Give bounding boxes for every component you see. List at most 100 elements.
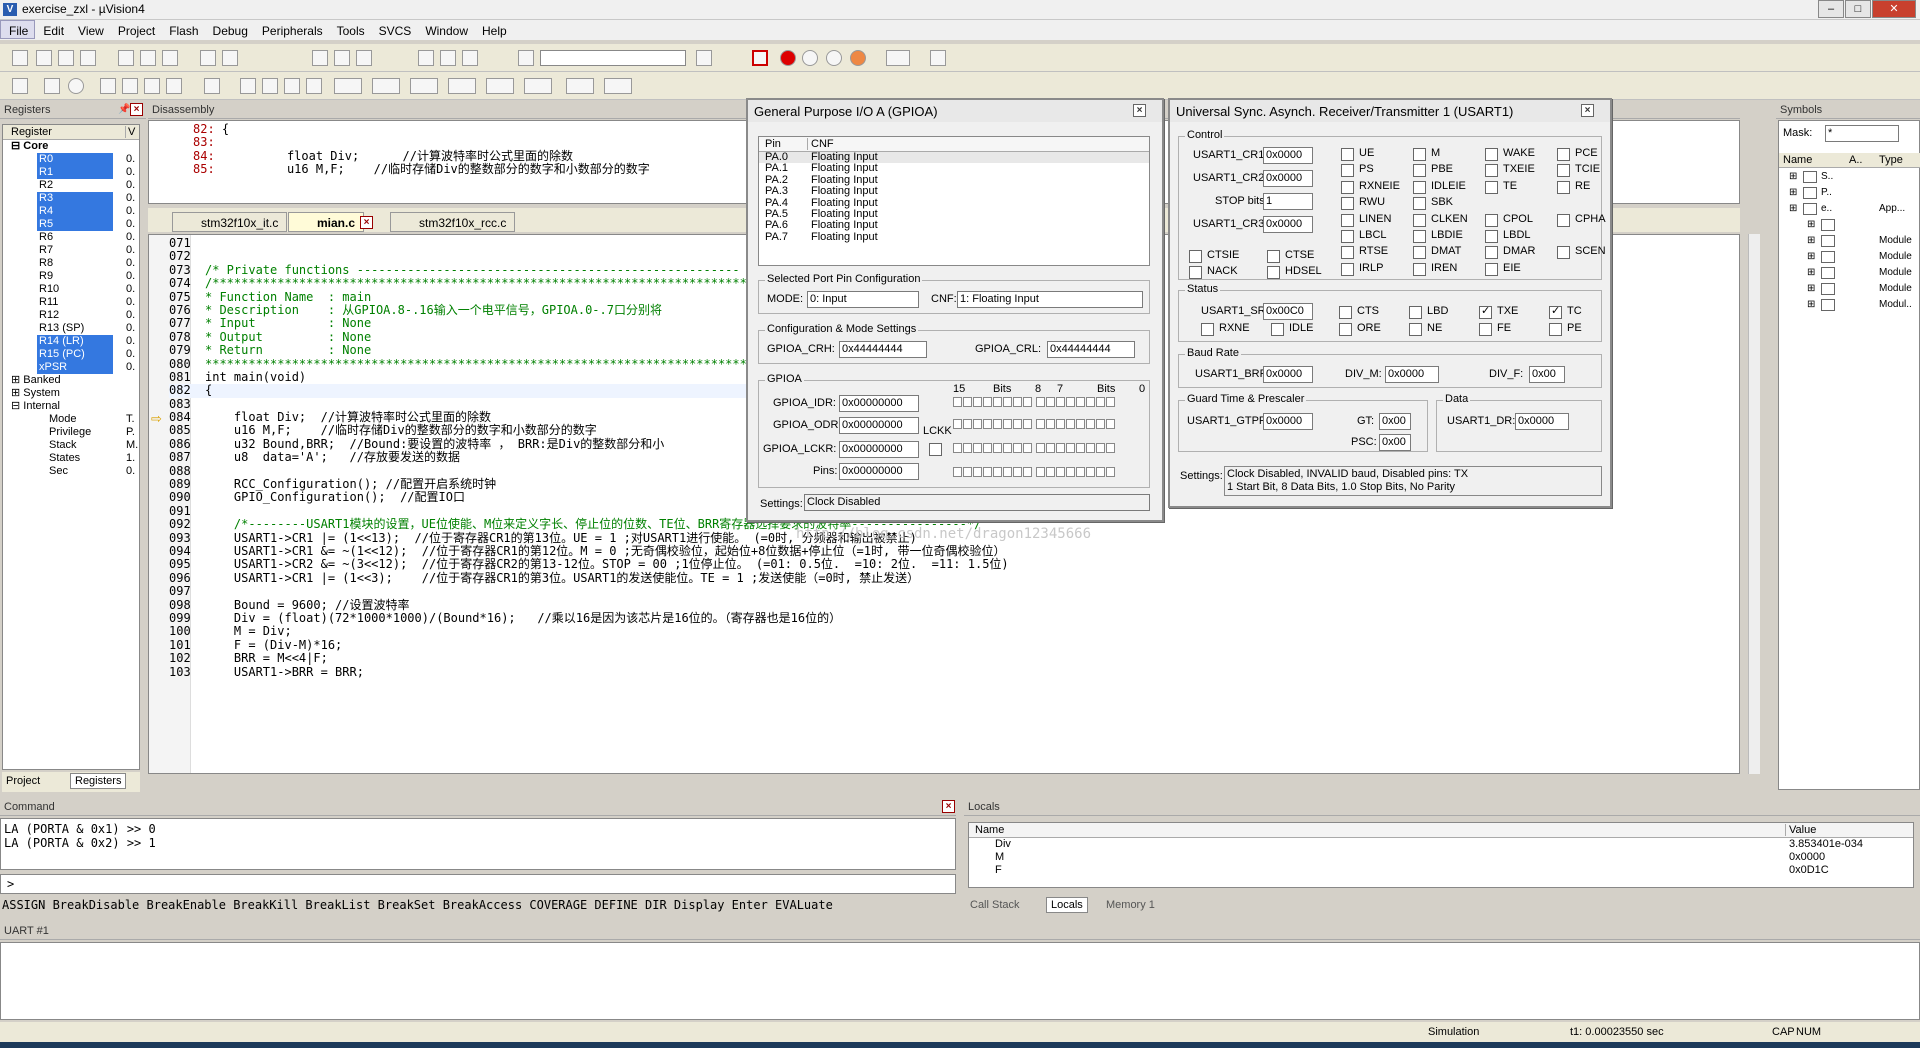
menu-tools[interactable]: Tools (329, 21, 371, 38)
memory-window-icon[interactable] (410, 78, 438, 94)
control-bit-checkbox[interactable]: IRLP (1341, 262, 1383, 276)
tab-project[interactable]: Project (6, 775, 40, 787)
gtpr-field[interactable]: 0x0000 (1263, 413, 1313, 430)
stop-bits-select[interactable]: 1 (1263, 193, 1313, 210)
tab-call-stack[interactable]: Call Stack (970, 899, 1020, 911)
editor-vscrollbar[interactable] (1748, 234, 1760, 774)
save-all-icon[interactable] (80, 50, 96, 66)
code-line[interactable]: 097 (169, 584, 1009, 598)
minimize-button[interactable]: – (1818, 0, 1844, 18)
tab-stm32f10x-rcc[interactable]: stm32f10x_rcc.c (390, 212, 516, 232)
menu-window[interactable]: Window (417, 21, 474, 38)
comment-icon[interactable] (462, 50, 478, 66)
code-line[interactable]: 100 M = Div; (169, 624, 1009, 638)
breakpoint-icon[interactable] (780, 50, 796, 66)
disassembly-window-icon[interactable] (262, 78, 278, 94)
register-row[interactable]: Sec 0. (3, 465, 139, 478)
control-bit-checkbox[interactable]: LBDIE (1413, 229, 1463, 243)
registers-close-icon[interactable]: × (130, 103, 143, 116)
symbol-row[interactable]: ⊞ (1779, 219, 1920, 235)
menu-peripherals[interactable]: Peripherals (254, 21, 329, 38)
register-row[interactable]: R7 0. (3, 244, 139, 257)
debug-session-icon[interactable] (752, 50, 768, 66)
control-bit-checkbox[interactable]: RWU (1341, 196, 1385, 211)
control-bit-checkbox[interactable]: CLKEN (1413, 213, 1468, 227)
cr3-bit-checkbox[interactable]: HDSEL (1267, 265, 1322, 279)
locals-row[interactable]: F 0x0D1C (969, 864, 1913, 877)
idr-field[interactable]: 0x00000000 (839, 395, 919, 412)
open-file-icon[interactable] (36, 50, 52, 66)
unindent-icon[interactable] (440, 50, 456, 66)
run-icon[interactable] (44, 78, 60, 94)
system-viewer-icon[interactable] (566, 78, 594, 94)
bookmark-icon[interactable] (312, 50, 328, 66)
code-line[interactable]: 098 Bound = 9600; //设置波特率 (169, 598, 1009, 612)
menu-svcs[interactable]: SVCS (371, 21, 418, 38)
step-over-icon[interactable] (122, 78, 138, 94)
sr-cts-checkbox[interactable]: CTS (1339, 305, 1379, 319)
reset-icon[interactable] (12, 78, 28, 94)
mask-field[interactable]: * (1825, 125, 1899, 142)
step-out-icon[interactable] (144, 78, 160, 94)
control-bit-checkbox[interactable]: CPOL (1485, 213, 1533, 227)
control-bit-checkbox[interactable]: LBCL (1341, 229, 1387, 243)
register-row[interactable]: R3 0. (3, 192, 139, 205)
sr-ne-checkbox[interactable]: NE (1409, 322, 1442, 336)
command-input[interactable]: > (0, 874, 956, 894)
stop-icon[interactable] (68, 78, 84, 94)
register-row[interactable]: R4 0. (3, 205, 139, 218)
register-row[interactable]: Mode T. (3, 413, 139, 426)
register-row[interactable]: R6 0. (3, 231, 139, 244)
window-config-icon[interactable] (886, 50, 910, 66)
prev-bookmark-icon[interactable] (334, 50, 350, 66)
symbol-row[interactable]: ⊞ P.. (1779, 187, 1920, 203)
register-row[interactable]: R13 (SP) 0. (3, 322, 139, 335)
control-bit-checkbox[interactable]: PBE (1413, 163, 1453, 178)
menu-file[interactable]: File (0, 20, 36, 39)
control-bit-checkbox[interactable]: IREN (1413, 262, 1457, 276)
menu-project[interactable]: Project (110, 21, 161, 38)
undo-icon[interactable] (200, 50, 216, 66)
code-line[interactable]: 101 F = (Div-M)*16; (169, 638, 1009, 652)
gpioa-close-icon[interactable]: × (1133, 104, 1146, 117)
group-core[interactable]: ⊟ Core (3, 140, 139, 153)
control-bit-checkbox[interactable]: RTSE (1341, 245, 1388, 260)
control-bit-checkbox[interactable]: IDLEIE (1413, 180, 1466, 194)
sr-idle-checkbox[interactable]: IDLE (1271, 322, 1313, 336)
register-row[interactable]: R14 (LR) 0. (3, 335, 139, 348)
registers-window-icon[interactable] (306, 78, 322, 94)
brr-field[interactable]: 0x0000 (1263, 366, 1313, 383)
sr-ore-checkbox[interactable]: ORE (1339, 322, 1381, 336)
divm-field[interactable]: 0x0000 (1385, 366, 1439, 383)
sr-rxne-checkbox[interactable]: RXNE (1201, 322, 1250, 336)
dr-field[interactable]: 0x0000 (1515, 413, 1569, 430)
group-system[interactable]: ⊞ System (3, 387, 139, 400)
control-bit-checkbox[interactable]: PS (1341, 163, 1374, 178)
code-line[interactable]: 095 USART1->CR2 &= ~(3<<12); //位于寄存器CR2的… (169, 557, 1009, 571)
code-line[interactable]: 103 USART1->BRR = BRR; (169, 665, 1009, 679)
pins-field[interactable]: 0x00000000 (839, 463, 919, 480)
tab-memory-1[interactable]: Memory 1 (1106, 899, 1155, 911)
symbol-row[interactable]: ⊞ S.. (1779, 171, 1920, 187)
register-row[interactable]: R12 0. (3, 309, 139, 322)
sr-lbd-checkbox[interactable]: LBD (1409, 305, 1448, 319)
code-line[interactable]: 102 BRR = M<<4|F; (169, 651, 1009, 665)
pin-row[interactable]: PA.7 Floating Input (759, 231, 1149, 243)
control-bit-checkbox[interactable]: DMAT (1413, 245, 1461, 260)
find-in-files-icon[interactable] (518, 50, 534, 66)
register-row[interactable]: R0 0. (3, 153, 139, 166)
control-bit-checkbox[interactable]: RXNEIE (1341, 180, 1400, 194)
usart1-close-icon[interactable]: × (1581, 104, 1594, 117)
menu-view[interactable]: View (70, 21, 110, 38)
register-row[interactable]: R9 0. (3, 270, 139, 283)
close-button[interactable]: ✕ (1872, 0, 1916, 18)
command-close-icon[interactable]: × (942, 800, 955, 813)
locals-row[interactable]: Div 3.853401e-034 (969, 838, 1913, 851)
lckr-field[interactable]: 0x00000000 (839, 441, 919, 458)
pin-row[interactable]: PA.3 Floating Input (759, 186, 1149, 197)
gt-field[interactable]: 0x00 (1379, 413, 1411, 430)
step-into-icon[interactable] (100, 78, 116, 94)
control-bit-checkbox[interactable]: CPHA (1557, 213, 1606, 227)
control-bit-checkbox[interactable]: PCE (1557, 147, 1598, 161)
cr3-bit-checkbox[interactable]: CTSE (1267, 249, 1314, 263)
